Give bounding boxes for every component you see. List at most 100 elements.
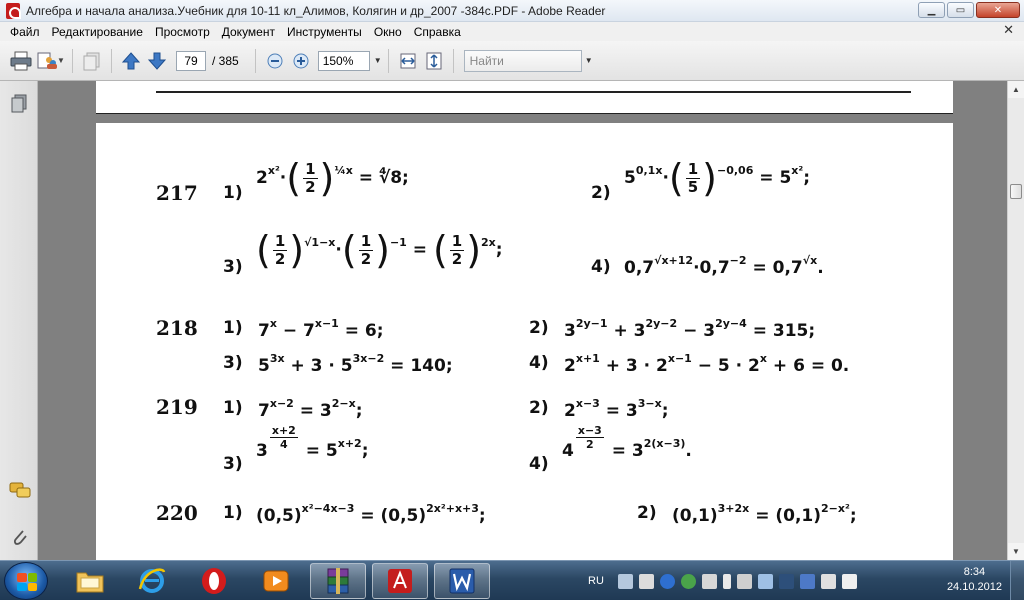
maximize-button[interactable]: ▭: [947, 2, 974, 18]
taskbar-media-player[interactable]: [248, 563, 304, 599]
taskbar-explorer[interactable]: [62, 563, 118, 599]
close-button[interactable]: ✕: [976, 2, 1020, 18]
zoom-in-icon: [293, 53, 309, 68]
item-number: 2): [637, 503, 657, 523]
folder-icon: [76, 572, 104, 593]
menu-document[interactable]: Документ: [216, 25, 281, 39]
item-number: 1): [223, 398, 243, 418]
equation-219-4: 4 x−3 2 = 32(x−3).: [562, 424, 692, 461]
previous-page-button[interactable]: [118, 48, 144, 74]
bookmark-button[interactable]: [79, 48, 105, 74]
scrollbar-thumb[interactable]: [1010, 184, 1022, 199]
clock-date: 24.10.2012: [946, 581, 1002, 593]
window-controls: ▁ ▭ ✕: [918, 2, 1020, 18]
scroll-down-arrow[interactable]: ▼: [1008, 543, 1024, 560]
opera-icon: [202, 568, 226, 594]
menu-file[interactable]: Файл: [4, 25, 46, 39]
zoom-out-icon: [267, 53, 283, 68]
taskbar: RU 8:34 24.10.2012: [0, 560, 1024, 600]
users-icon: [37, 52, 57, 69]
clock[interactable]: 8:34 24.10.2012: [947, 565, 1002, 595]
display-icon[interactable]: [799, 573, 815, 589]
fit-width-button[interactable]: [395, 48, 421, 74]
menu-window[interactable]: Окно: [368, 25, 408, 39]
adobe-reader-icon: [6, 2, 21, 19]
equation-220-2: (0,1)3+2x = (0,1)2−x²;: [672, 502, 857, 526]
settings-icon[interactable]: [638, 573, 654, 589]
search-input[interactable]: Найти ▼: [463, 49, 593, 72]
scroll-up-arrow[interactable]: ▲: [1008, 81, 1024, 98]
printer-icon: [10, 51, 32, 70]
chevron-down-icon[interactable]: ▼: [374, 56, 382, 65]
equation-220-1: (0,5)x²−4x−3 = (0,5)2x²+x+3;: [256, 502, 486, 526]
item-number: 3): [223, 353, 243, 373]
print-button[interactable]: [8, 48, 34, 74]
taskbar-adobe-reader[interactable]: [372, 563, 428, 599]
zoom-out-button[interactable]: [262, 48, 288, 74]
start-button[interactable]: [4, 562, 48, 600]
network-icon[interactable]: [736, 573, 752, 589]
item-number: 3): [223, 257, 243, 277]
show-desktop-button[interactable]: [1010, 561, 1024, 600]
item-number: 4): [529, 353, 549, 373]
paperclip-icon[interactable]: [9, 526, 29, 548]
language-indicator[interactable]: RU: [588, 575, 604, 587]
equation-219-3: 3 x+2 4 = 5x+2;: [256, 424, 369, 461]
word-icon: [449, 568, 475, 594]
clock-time: 8:34: [963, 566, 986, 578]
page-number-input[interactable]: 79: [176, 50, 206, 71]
next-page-button[interactable]: [144, 48, 170, 74]
menu-edit[interactable]: Редактирование: [46, 25, 149, 39]
pages-panel-icon[interactable]: [9, 93, 29, 115]
usb-icon[interactable]: [757, 573, 773, 589]
taskbar-winrar[interactable]: [310, 563, 366, 599]
item-number: 2): [591, 183, 611, 203]
item-number: 1): [223, 183, 243, 203]
equation-217-4: 0,7√x+12·0,7−2 = 0,7√x.: [624, 254, 824, 278]
item-number: 4): [529, 454, 549, 474]
toolbar-separator: [111, 48, 112, 73]
arrow-down-icon: [147, 52, 167, 70]
document-view[interactable]: 217 1) 2x²·(1 2)¼x = ∜8; 2) 50,1x·(1 5)−0,…: [38, 81, 1007, 560]
volume-icon[interactable]: [701, 573, 717, 589]
problem-number-220: 220: [156, 501, 198, 525]
current-page: 217 1) 2x²·(1 2)¼x = ∜8; 2) 50,1x·(1 5)−0,…: [96, 123, 953, 560]
keyboard-icon[interactable]: [778, 573, 794, 589]
vertical-scrollbar[interactable]: ▲ ▼: [1007, 81, 1024, 560]
chevron-down-icon[interactable]: ▼: [56, 56, 66, 65]
problem-number-218: 218: [156, 316, 198, 340]
item-number: 2): [529, 398, 549, 418]
page-rule: [156, 91, 911, 93]
equation-217-1: 2x²·(1 2)¼x = ∜8;: [256, 156, 409, 200]
minimize-button[interactable]: ▁: [918, 2, 945, 18]
close-document-button[interactable]: ✕: [1003, 23, 1014, 38]
menu-view[interactable]: Просмотр: [149, 25, 216, 39]
chevron-down-icon[interactable]: ▼: [585, 51, 593, 71]
page-total: / 385: [212, 53, 239, 68]
fit-width-icon: [400, 53, 416, 68]
show-hidden-icon[interactable]: [841, 573, 857, 589]
taskbar-internet-explorer[interactable]: [124, 563, 180, 599]
taskbar-opera[interactable]: [186, 563, 242, 599]
zoom-level-select[interactable]: 150%: [317, 50, 370, 71]
flag-icon[interactable]: [820, 573, 836, 589]
problem-number-217: 217: [156, 181, 198, 205]
internet-explorer-icon: [138, 568, 166, 593]
window-switch-icon[interactable]: [617, 573, 633, 589]
item-number: 2): [529, 318, 549, 338]
fit-page-button[interactable]: [421, 48, 447, 74]
toolbar: ▼ 79 / 385 150% ▼ Найти ▼: [0, 41, 1024, 81]
media-player-icon: [263, 570, 289, 592]
window-title: Алгебра и начала анализа.Учебник для 10-…: [26, 3, 606, 18]
menu-help[interactable]: Справка: [408, 25, 467, 39]
taskbar-word[interactable]: [434, 563, 490, 599]
sync-icon[interactable]: [680, 573, 696, 589]
bluetooth-icon[interactable]: [659, 573, 675, 589]
menu-tools[interactable]: Инструменты: [281, 25, 368, 39]
equation-218-2: 32y−1 + 32y−2 − 32y−4 = 315;: [564, 317, 816, 341]
equation-218-3: 53x + 3 · 53x−2 = 140;: [258, 352, 453, 376]
comments-icon[interactable]: [9, 481, 31, 501]
zoom-in-button[interactable]: [288, 48, 314, 74]
battery-icon[interactable]: [722, 573, 731, 589]
toolbar-separator: [387, 48, 389, 73]
